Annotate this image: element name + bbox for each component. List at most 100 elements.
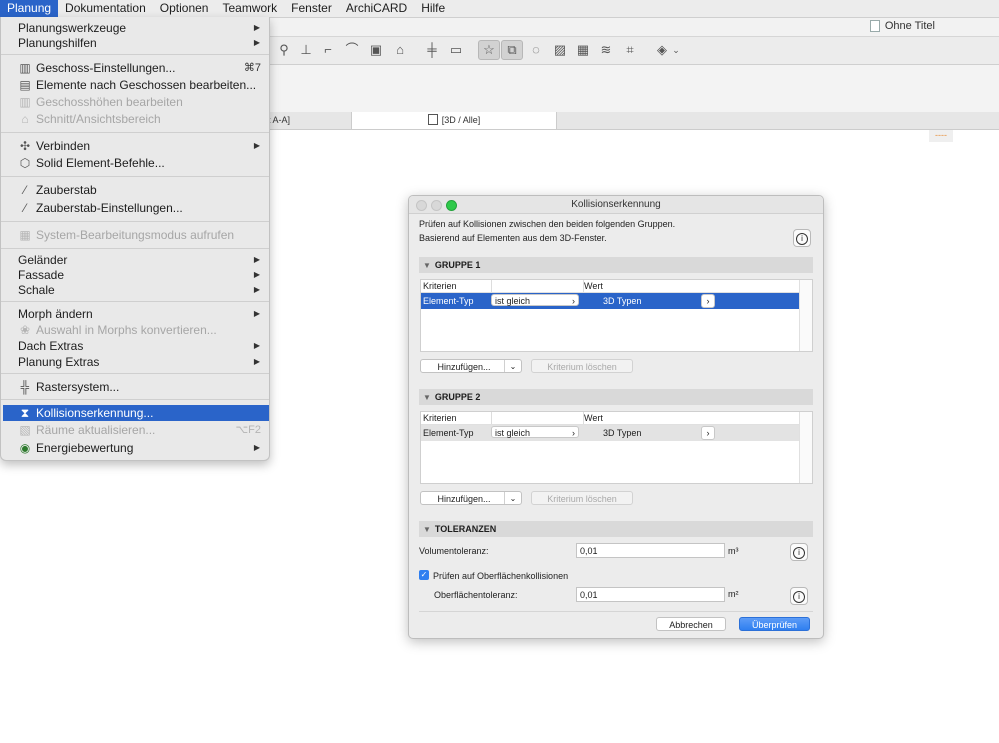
menu-item-label: Kollisionserkennung... — [36, 406, 154, 420]
menu-item-raeume-aktualisieren[interactable]: ▧ Räume aktualisieren... ⌥F2 — [1, 422, 269, 438]
menu-item-planungshilfen[interactable]: Planungshilfen ▶ — [1, 35, 269, 51]
dimension-tool-icon[interactable]: ⊥ — [296, 41, 316, 59]
fill-tool-icon[interactable]: ▣ — [366, 41, 386, 59]
arc-tool-icon[interactable]: ⌒ — [342, 41, 362, 59]
menu-item-energiebewertung[interactable]: ◉ Energiebewertung ▶ — [1, 440, 269, 456]
wall-tool-icon[interactable]: ╪ — [422, 41, 442, 59]
menu-item-solid-element[interactable]: ⬡ Solid Element-Befehle... — [1, 155, 269, 171]
menu-item-label: Planungswerkzeuge — [18, 21, 127, 35]
volume-unit: m³ — [728, 546, 739, 556]
info-button[interactable]: i — [793, 229, 811, 247]
tag-tool-icon[interactable]: ⌗ — [620, 41, 640, 59]
chevron-right-icon: › — [572, 296, 575, 306]
tab-section-label: t A-A] — [268, 115, 291, 125]
angle-tool-icon[interactable]: ⌐ — [318, 41, 338, 59]
layers-tool-icon[interactable]: ≋ — [596, 41, 616, 59]
menu-item-schale[interactable]: Schale ▶ — [1, 282, 269, 298]
submenu-arrow-icon: ▶ — [253, 285, 260, 294]
book-tool-icon[interactable]: ▦ — [573, 41, 593, 59]
house-tool-icon[interactable]: ⌂ — [390, 41, 410, 59]
operator-popup[interactable]: ist gleich › — [491, 426, 579, 438]
menu-item-zauberstab-einstellungen[interactable]: ⁄ Zauberstab-Einstellungen... — [1, 200, 269, 216]
group2-add-button[interactable]: Hinzufügen... ⌄ — [420, 491, 522, 505]
scrollbar[interactable] — [799, 280, 812, 351]
menu-separator — [1, 221, 269, 222]
cancel-button[interactable]: Abbrechen — [656, 617, 726, 631]
scrollbar[interactable] — [799, 412, 812, 483]
menu-teamwork[interactable]: Teamwork — [215, 0, 284, 17]
column-value: Wert — [584, 413, 603, 423]
menu-dokumentation[interactable]: Dokumentation — [58, 0, 153, 17]
menu-item-kollisionserkennung[interactable]: ⧗ Kollisionserkennung... — [3, 405, 269, 421]
value-chevron-button[interactable]: › — [701, 426, 715, 440]
menu-item-planungswerkzeuge[interactable]: Planungswerkzeuge ▶ — [1, 20, 269, 36]
zoom-tool-icon[interactable]: ⚲ — [274, 41, 294, 59]
table-row[interactable]: Element-Typ ist gleich › 3D Typen › — [421, 293, 799, 309]
table-row[interactable]: Element-Typ ist gleich › 3D Typen › — [421, 425, 799, 441]
group1-add-button[interactable]: Hinzufügen... ⌄ — [420, 359, 522, 373]
surface-info-button[interactable]: i — [790, 587, 808, 605]
volume-info-button[interactable]: i — [790, 543, 808, 561]
tab-section[interactable]: t A-A] — [268, 112, 350, 129]
menu-item-elemente-nach-geschossen[interactable]: ▤ Elemente nach Geschossen bearbeiten... — [1, 77, 269, 93]
tolerances-header[interactable]: ▼ TOLERANZEN — [419, 521, 813, 537]
selection-tool-icon[interactable]: ⧉ — [501, 40, 523, 60]
submenu-arrow-icon: ▶ — [253, 341, 260, 350]
menu-item-schnitt-ansichtsbereich[interactable]: ⌂ Schnitt/Ansichtsbereich — [1, 111, 269, 127]
favorites-star-icon[interactable]: ☆ — [478, 40, 500, 60]
marquee-tool-icon[interactable]: ◌ — [526, 41, 546, 59]
menu-optionen[interactable]: Optionen — [153, 0, 216, 17]
group1-criteria-table: Kriterien Wert Element-Typ ist gleich › 3… — [420, 279, 813, 352]
menu-fenster[interactable]: Fenster — [284, 0, 339, 17]
submenu-arrow-icon: ▶ — [253, 23, 260, 32]
grid-system-icon: ▦ — [19, 228, 31, 242]
submenu-arrow-icon: ▶ — [253, 38, 260, 47]
menu-item-dach-extras[interactable]: Dach Extras ▶ — [1, 338, 269, 354]
menu-planung[interactable]: Planung — [0, 0, 59, 17]
menu-item-label: Geschoss-Einstellungen... — [36, 61, 176, 75]
beam-tool-icon[interactable]: ▭ — [446, 41, 466, 59]
check-button[interactable]: Überprüfen — [739, 617, 810, 631]
submenu-arrow-icon: ▶ — [253, 141, 260, 150]
chevron-down-icon: ⌄ — [504, 360, 521, 372]
menu-item-planung-extras[interactable]: Planung Extras ▶ — [1, 354, 269, 370]
surface-unit: m² — [728, 589, 739, 599]
footer-divider — [419, 611, 813, 612]
menu-item-morph-aendern[interactable]: Morph ändern ▶ — [1, 306, 269, 322]
menu-item-label: Morph ändern — [18, 307, 93, 321]
menu-item-zauberstab[interactable]: ⁄ Zauberstab — [1, 182, 269, 198]
group2-header[interactable]: ▼ GRUPPE 2 — [419, 389, 813, 405]
tab-3d-all[interactable]: [3D / Alle] — [351, 112, 557, 129]
menu-item-system-bearbeitungsmodus[interactable]: ▦ System-Bearbeitungsmodus aufrufen — [1, 227, 269, 243]
group1-header[interactable]: ▼ GRUPPE 1 — [419, 257, 813, 273]
operator-popup[interactable]: ist gleich › — [491, 294, 579, 306]
group1-delete-criterion-button[interactable]: Kriterium löschen — [531, 359, 633, 373]
planung-menu: Planungswerkzeuge ▶ Planungshilfen ▶ ▥ Gesc… — [0, 17, 270, 461]
surface-tolerance-input[interactable]: 0,01 — [576, 587, 725, 602]
picture-tool-icon[interactable]: ▨ — [550, 41, 570, 59]
menu-hilfe[interactable]: Hilfe — [414, 0, 452, 17]
menu-separator — [1, 373, 269, 374]
globe-icon: ◉ — [19, 441, 31, 455]
document-title-text: Ohne Titel — [884, 20, 935, 32]
surface-collision-checkbox[interactable]: ✓ — [419, 570, 429, 580]
menu-item-gelaender[interactable]: Geländer ▶ — [1, 252, 269, 268]
view-3d-icon[interactable]: ◈ — [652, 41, 672, 59]
group2-criteria-table: Kriterien Wert Element-Typ ist gleich › 3… — [420, 411, 813, 484]
menu-separator — [1, 399, 269, 400]
menu-item-rastersystem[interactable]: ╬ Rastersystem... — [1, 379, 269, 395]
menu-archicard[interactable]: ArchiCARD — [339, 0, 414, 17]
zoom-button[interactable] — [446, 200, 457, 211]
disclosure-triangle-icon: ▼ — [423, 525, 431, 534]
menu-item-geschoss-einstellungen[interactable]: ▥ Geschoss-Einstellungen... ⌘7 — [1, 60, 269, 76]
chevron-down-icon[interactable]: ⌄ — [670, 41, 682, 59]
menu-item-geschosshoehen[interactable]: ▥ Geschosshöhen bearbeiten — [1, 94, 269, 110]
minimize-button[interactable] — [431, 200, 442, 211]
value-chevron-button[interactable]: › — [701, 294, 715, 308]
menu-item-auswahl-in-morphs[interactable]: ❀ Auswahl in Morphs konvertieren... — [1, 322, 269, 338]
menu-item-verbinden[interactable]: ✣ Verbinden ▶ — [1, 138, 269, 154]
close-button[interactable] — [416, 200, 427, 211]
menu-item-fassade[interactable]: Fassade ▶ — [1, 267, 269, 283]
group2-delete-criterion-button[interactable]: Kriterium löschen — [531, 491, 633, 505]
volume-tolerance-input[interactable]: 0,01 — [576, 543, 725, 558]
